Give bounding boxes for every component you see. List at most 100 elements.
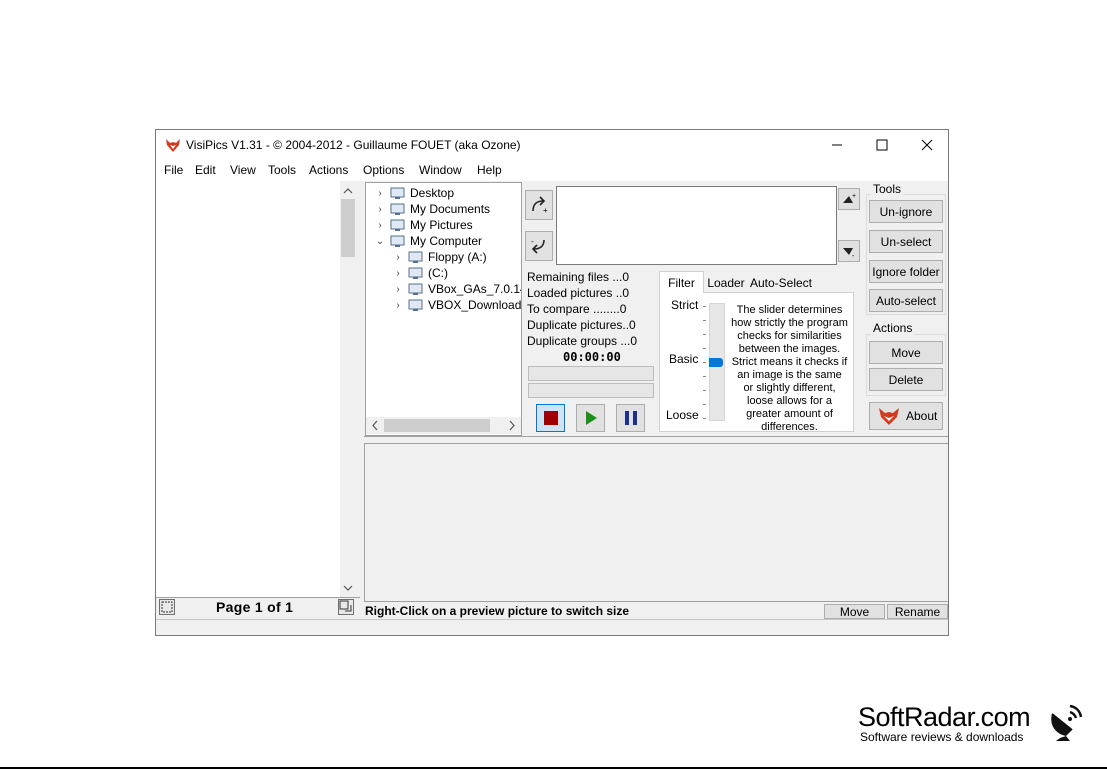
menu-edit[interactable]: Edit [195, 163, 216, 177]
tree-expander-icon[interactable]: ⌄ [374, 236, 386, 247]
move-up-button[interactable]: + [838, 188, 860, 210]
unignore-button[interactable]: Un-ignore [869, 200, 943, 223]
auto-select-button[interactable]: Auto-select [869, 289, 943, 312]
tree-item-vbox-gas-7-0-14[interactable]: › VBox_GAs_7.0.14 [392, 281, 522, 297]
unselect-button[interactable]: Un-select [869, 230, 943, 253]
remaining-files-stat: Remaining files ...0 [527, 270, 630, 284]
slider-label-strict: Strict [671, 298, 699, 312]
menu-file[interactable]: File [164, 163, 183, 177]
remove-folder-button[interactable]: - [525, 231, 553, 261]
tree-item-label: My Documents [410, 202, 491, 216]
tree-expander-icon[interactable]: › [374, 220, 386, 231]
close-button[interactable] [904, 130, 948, 160]
tree-item-label: VBOX_Downloads [428, 298, 522, 312]
previous-page-button[interactable] [159, 599, 175, 615]
tree-scroll-thumb[interactable] [384, 419, 490, 432]
duplicate-pictures-stat: Duplicate pictures..0 [527, 318, 636, 332]
svg-text:+: + [543, 206, 548, 215]
status-bar [156, 619, 948, 635]
filter-description: The slider determines how strictly the p… [731, 304, 848, 433]
scroll-right-icon[interactable] [505, 417, 519, 434]
preview-scroll-thumb[interactable] [341, 199, 355, 257]
brand-name: SoftRadar.com [858, 702, 1031, 732]
folder-tree[interactable]: › Desktop › My Documents › My Pictures ⌄ My Com… [365, 182, 522, 436]
tree-expander-icon[interactable]: › [392, 252, 404, 263]
menu-view[interactable]: View [230, 163, 256, 177]
menu-options[interactable]: Options [363, 163, 404, 177]
preview-pane[interactable] [156, 181, 356, 599]
tree-expander-icon[interactable]: › [374, 204, 386, 215]
drive-icon [408, 267, 423, 279]
status-rename-button[interactable]: Rename [887, 604, 948, 619]
delete-button[interactable]: Delete [869, 368, 943, 391]
documents-icon [390, 203, 405, 215]
slider-tick [703, 306, 706, 307]
slider-tick [703, 320, 706, 321]
scroll-left-icon[interactable] [368, 417, 382, 434]
tree-item-label: (C:) [428, 266, 448, 280]
pane-splitter[interactable] [364, 436, 948, 444]
tree-item-my-pictures[interactable]: › My Pictures [374, 217, 473, 233]
to-compare-stat: To compare ........0 [527, 302, 627, 316]
svg-text:+: + [852, 193, 856, 200]
tree-item-label: My Pictures [410, 218, 473, 232]
add-folder-button[interactable]: + [525, 190, 553, 220]
tree-expander-icon[interactable]: › [392, 300, 404, 311]
status-move-button[interactable]: Move [824, 604, 885, 619]
satellite-dish-icon [1051, 704, 1083, 741]
maximize-button[interactable] [859, 130, 905, 160]
scroll-down-icon[interactable] [340, 580, 356, 596]
ignore-folder-button[interactable]: Ignore folder [869, 260, 943, 283]
slider-tick [703, 376, 706, 377]
about-button[interactable]: About [869, 402, 943, 430]
tree-expander-icon[interactable]: › [392, 284, 404, 295]
window-title: VisiPics V1.31 - © 2004-2012 - Guillaume… [186, 138, 521, 152]
scroll-up-icon[interactable] [340, 183, 356, 199]
tree-item-label: VBox_GAs_7.0.14 [428, 282, 522, 296]
slider-tick [703, 390, 706, 391]
tab-loader[interactable]: Loader [705, 273, 747, 293]
stop-button[interactable] [536, 404, 565, 432]
fox-logo-icon [166, 139, 180, 152]
desktop-icon [390, 187, 405, 199]
title-bar[interactable]: VisiPics V1.31 - © 2004-2012 - Guillaume… [156, 130, 948, 160]
tree-item-my-documents[interactable]: › My Documents [374, 201, 490, 217]
similarity-slider-thumb[interactable] [709, 357, 723, 367]
status-hint: Right-Click on a preview picture to swit… [365, 604, 630, 618]
tab-auto-select[interactable]: Auto-Select [749, 273, 813, 293]
tree-expander-icon[interactable]: › [392, 268, 404, 279]
tree-item-label: Floppy (A:) [428, 250, 487, 264]
tree-item-desktop[interactable]: › Desktop [374, 185, 454, 201]
svg-text:-: - [852, 253, 855, 259]
move-button[interactable]: Move [869, 341, 943, 364]
computer-icon [390, 235, 405, 247]
results-pane[interactable] [364, 444, 948, 602]
network-drive-icon [408, 299, 423, 311]
next-page-button[interactable] [338, 599, 354, 615]
slider-tick [703, 362, 706, 363]
slider-tick [703, 348, 706, 349]
menu-window[interactable]: Window [419, 163, 462, 177]
menu-bar: File Edit View Tools Actions Options Win… [156, 160, 948, 181]
cd-drive-icon [408, 283, 423, 295]
menu-actions[interactable]: Actions [309, 163, 348, 177]
tree-item-floppy-a[interactable]: › Floppy (A:) [392, 249, 487, 265]
pause-button[interactable] [616, 404, 645, 432]
tools-group-title: Tools [871, 182, 904, 196]
play-button[interactable] [576, 404, 605, 432]
tab-filter[interactable]: Filter [659, 271, 704, 293]
tree-item-my-computer[interactable]: ⌄ My Computer [374, 233, 482, 249]
redo-arrow-icon: + [532, 196, 548, 215]
slider-tick [703, 404, 706, 405]
triangle-up-icon: + [843, 193, 856, 203]
move-down-button[interactable]: - [838, 240, 860, 262]
progress-bar-primary [528, 366, 654, 381]
tree-expander-icon[interactable]: › [374, 188, 386, 199]
minimize-button[interactable] [814, 130, 860, 160]
tree-item-c[interactable]: › (C:) [392, 265, 448, 281]
menu-help[interactable]: Help [477, 163, 502, 177]
tree-item-vbox-downloads[interactable]: › VBOX_Downloads [392, 297, 522, 313]
undo-arrow-icon: - [531, 237, 545, 254]
menu-tools[interactable]: Tools [268, 163, 296, 177]
folder-list-box[interactable] [556, 186, 837, 265]
